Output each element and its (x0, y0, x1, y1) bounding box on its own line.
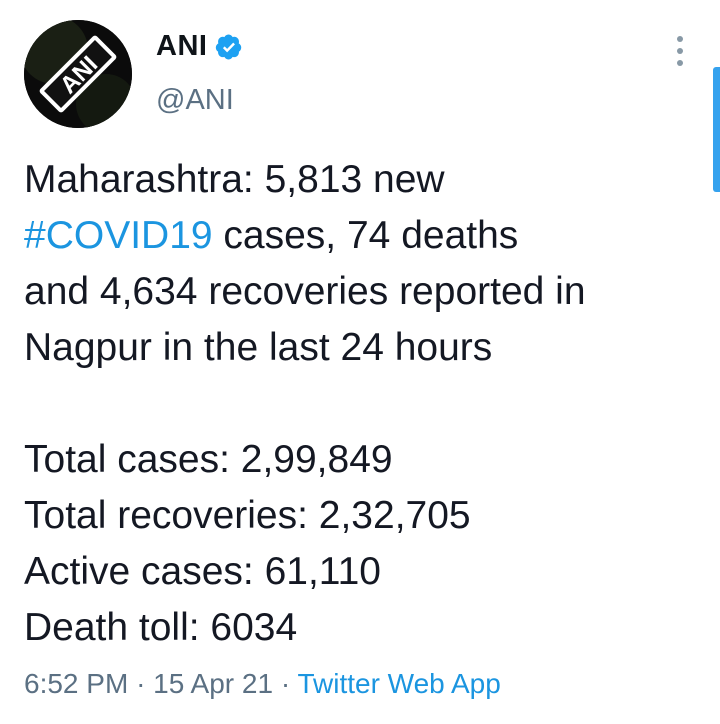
avatar[interactable]: ANI (24, 20, 132, 128)
more-dot (677, 60, 683, 66)
tweet-text: Maharashtra: 5,813 new #COVID19 cases, 7… (24, 152, 704, 656)
meta-separator: · (280, 668, 291, 699)
stat-total-recoveries: Total recoveries: 2,32,705 (24, 494, 471, 537)
stat-death-toll: Death toll: 6034 (24, 606, 298, 649)
tweet-date[interactable]: 15 Apr 21 (153, 668, 273, 699)
more-options-icon[interactable] (668, 36, 692, 66)
tweet-meta: 6:52 PM · 15 Apr 21 · Twitter Web App (24, 668, 501, 700)
tweet-line: and 4,634 recoveries reported in (24, 270, 586, 313)
more-dot (677, 36, 683, 42)
tweet-source-link[interactable]: Twitter Web App (297, 668, 500, 699)
stat-active-cases: Active cases: 61,110 (24, 550, 381, 593)
verified-badge-icon (216, 33, 242, 59)
tweet-line-text: cases, 74 deaths (212, 214, 519, 257)
tweet-line: Maharashtra: 5,813 new (24, 158, 445, 201)
author-handle[interactable]: @ANI (156, 84, 234, 117)
meta-separator: · (136, 668, 146, 699)
hashtag-link[interactable]: #COVID19 (24, 214, 213, 257)
tweet-time[interactable]: 6:52 PM (24, 668, 128, 699)
author-name-row: ANI (156, 30, 243, 63)
tweet-line: #COVID19 cases, 74 deaths (24, 208, 704, 264)
scrollbar-thumb[interactable] (713, 67, 720, 192)
more-dot (677, 48, 683, 54)
ani-logo-icon: ANI (24, 20, 132, 128)
author-display-name[interactable]: ANI (156, 30, 207, 63)
tweet-line: Nagpur in the last 24 hours (24, 326, 493, 369)
stat-total-cases: Total cases: 2,99,849 (24, 438, 393, 481)
tweet-card: ANI ANI @ANI Maharashtra: 5,813 new #COV… (0, 0, 720, 724)
